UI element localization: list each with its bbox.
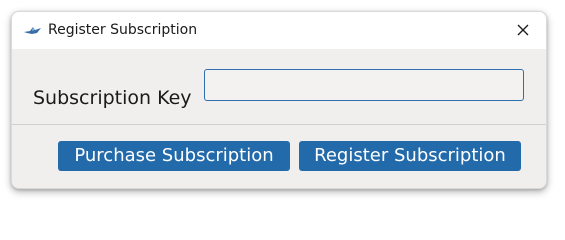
window-title: Register Subscription xyxy=(48,22,198,38)
subscription-key-label: Subscription Key xyxy=(33,87,192,109)
register-subscription-dialog: Register Subscription Subscription Key P… xyxy=(11,11,547,189)
subscription-key-input[interactable] xyxy=(204,69,524,101)
app-icon xyxy=(23,23,43,37)
register-subscription-button[interactable]: Register Subscription xyxy=(299,141,521,171)
purchase-subscription-button[interactable]: Purchase Subscription xyxy=(58,141,290,171)
dialog-content: Subscription Key Purchase Subscription R… xyxy=(12,49,546,188)
close-button[interactable] xyxy=(500,12,546,49)
close-icon xyxy=(517,21,529,40)
title-bar: Register Subscription xyxy=(12,12,546,49)
divider xyxy=(12,124,546,125)
